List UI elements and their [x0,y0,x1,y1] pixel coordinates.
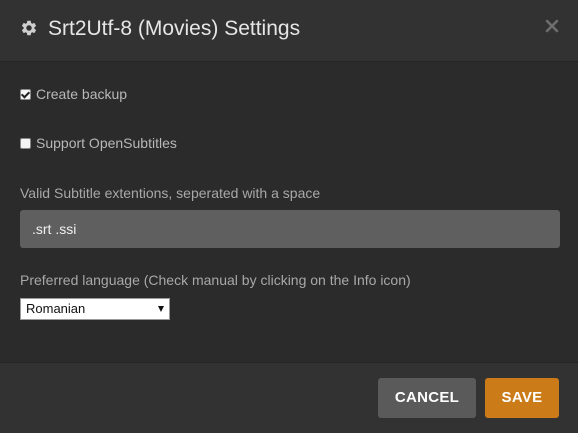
create-backup-checkbox[interactable] [20,88,31,100]
language-selected-value: Romanian [26,301,86,316]
dialog-footer: CANCEL SAVE [0,362,578,433]
dialog-header: Srt2Utf-8 (Movies) Settings [0,0,578,62]
dialog-body: Create backup Support OpenSubtitles Vali… [0,62,578,362]
extensions-input[interactable] [20,210,560,248]
cancel-button[interactable]: CANCEL [378,378,476,418]
language-select[interactable]: Romanian [20,298,170,320]
create-backup-option: Create backup [20,86,127,102]
dropdown-arrow-icon [158,306,164,312]
support-opensubtitles-checkbox[interactable] [20,137,31,149]
gear-icon [20,19,38,37]
extensions-label: Valid Subtitle extentions, seperated wit… [20,185,321,201]
save-button[interactable]: SAVE [485,378,559,418]
settings-dialog: Srt2Utf-8 (Movies) Settings Create backu… [0,0,578,433]
support-opensubtitles-option: Support OpenSubtitles [20,135,177,151]
close-icon[interactable] [544,18,560,34]
create-backup-label: Create backup [36,86,128,102]
dialog-title: Srt2Utf-8 (Movies) Settings [48,17,301,40]
support-opensubtitles-label: Support OpenSubtitles [36,135,177,151]
language-label: Preferred language (Check manual by clic… [20,272,411,288]
